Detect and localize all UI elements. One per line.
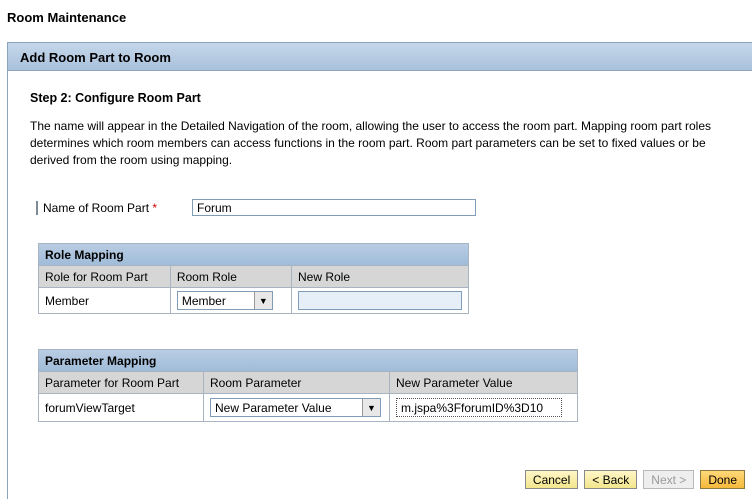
- chevron-down-icon[interactable]: ▼: [362, 399, 380, 416]
- room-role-select[interactable]: Member ▼: [176, 291, 273, 310]
- app-header: Room Maintenance: [0, 0, 753, 38]
- back-button[interactable]: < Back: [584, 470, 638, 489]
- step-description: The name will appear in the Detailed Nav…: [30, 119, 712, 167]
- panel-header: Add Room Part to Room: [8, 43, 752, 71]
- required-marker: *: [152, 201, 158, 215]
- table-row: forumViewTarget New Parameter Value ▼ m.…: [38, 393, 578, 422]
- room-parameter-cell: New Parameter Value ▼: [203, 393, 390, 422]
- new-parameter-value-cell: m.jspa%3FforumID%3D10: [389, 393, 578, 422]
- chevron-down-icon[interactable]: ▼: [253, 292, 272, 309]
- role-header-new-role: New Role: [291, 265, 469, 288]
- step-title: Step 2: Configure Room Part: [30, 91, 201, 105]
- role-mapping-title: Role Mapping: [38, 243, 469, 266]
- new-role-input[interactable]: [298, 291, 462, 310]
- done-button[interactable]: Done: [700, 470, 745, 489]
- parameter-cell: forumViewTarget: [38, 393, 204, 422]
- param-header-parameter-for-room-part: Parameter for Room Part: [38, 371, 204, 394]
- role-header-room-role: Room Role: [169, 265, 293, 288]
- new-role-cell: [291, 287, 469, 314]
- room-role-select-value: Member: [181, 294, 226, 308]
- parameter-mapping-table: Parameter Mapping Parameter for Room Par…: [38, 349, 578, 422]
- role-cell: Member: [38, 287, 171, 314]
- room-part-name-label: Name of Room Part *: [43, 201, 157, 215]
- table-row: Member Member ▼: [38, 287, 469, 314]
- panel-title: Add Room Part to Room: [20, 50, 171, 65]
- role-header-role-for-room-part: Role for Room Part: [38, 265, 171, 288]
- cancel-button[interactable]: Cancel: [524, 470, 579, 489]
- room-role-cell: Member ▼: [169, 287, 293, 314]
- room-parameter-select[interactable]: New Parameter Value ▼: [210, 398, 381, 417]
- param-header-room-parameter: Room Parameter: [203, 371, 390, 394]
- room-part-name-label-text: Name of Room Part: [43, 201, 150, 215]
- next-button[interactable]: Next >: [643, 470, 695, 489]
- role-mapping-table: Role Mapping Role for Room Part Room Rol…: [38, 243, 469, 314]
- parameter-mapping-title: Parameter Mapping: [38, 349, 578, 372]
- param-header-new-parameter-value: New Parameter Value: [389, 371, 578, 394]
- field-marker: [36, 201, 38, 215]
- new-parameter-value-input[interactable]: m.jspa%3FforumID%3D10: [396, 398, 562, 417]
- wizard-buttons: Cancel < Back Next > Done: [524, 470, 745, 489]
- room-parameter-select-value: New Parameter Value: [215, 401, 332, 415]
- app-title: Room Maintenance: [7, 10, 127, 25]
- room-part-name-input[interactable]: [192, 199, 476, 216]
